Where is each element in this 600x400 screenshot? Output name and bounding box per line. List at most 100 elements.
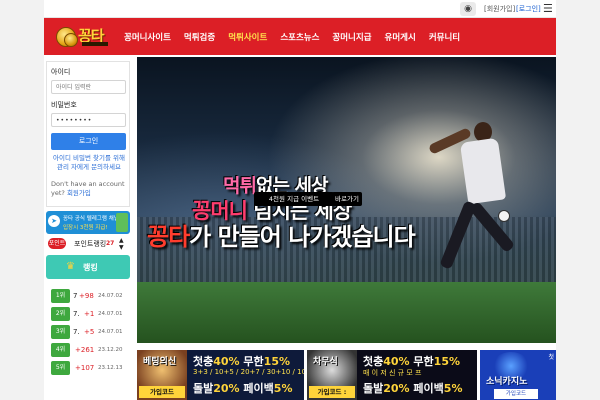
bell-icon[interactable]: ◉ bbox=[460, 2, 476, 16]
rank-points: +107 bbox=[75, 364, 95, 372]
nav-item-humor[interactable]: 유머게시 bbox=[385, 31, 416, 43]
ad-signup-code: 가입코드 bbox=[494, 389, 538, 399]
ad-signup-code: 가입코드 : 2288 bbox=[309, 386, 355, 398]
ranking-row[interactable]: 4위 +261 23.12.20 bbox=[51, 343, 131, 357]
ad-text: 20% bbox=[383, 382, 410, 395]
nav-item-sports-news[interactable]: 스포츠뉴스 bbox=[280, 31, 319, 43]
player-leg bbox=[468, 200, 516, 254]
password-input[interactable]: •••••••• bbox=[51, 113, 126, 127]
logo-underline bbox=[82, 42, 108, 46]
rank-points: +5 bbox=[84, 328, 95, 336]
ad-text: 돌발 bbox=[193, 382, 214, 395]
ranking-row[interactable]: 1위 7 +98 24.07.02 bbox=[51, 289, 131, 303]
soccer-player-image bbox=[427, 122, 532, 292]
ranking-row[interactable]: 2위 7. +1 24.07.01 bbox=[51, 307, 131, 321]
rank-date: 23.12.20 bbox=[98, 347, 123, 353]
ad-text: 돌발 bbox=[363, 382, 384, 395]
banner-tooltip-link[interactable]: 바로가기 bbox=[332, 192, 362, 206]
telegram-icon: ➤ bbox=[48, 215, 60, 227]
banner-headline-1-highlight: 먹튀 bbox=[223, 175, 257, 197]
id-input[interactable] bbox=[51, 80, 126, 94]
banner-headline-3: 꽁타가 만들어 나가겠습니다 bbox=[147, 217, 416, 252]
ad-text: 페이백 bbox=[409, 382, 444, 395]
ranking-row[interactable]: 3위 7. +5 24.07.01 bbox=[51, 325, 131, 339]
player-body bbox=[459, 137, 507, 205]
rank-points: +1 bbox=[84, 310, 95, 318]
ranking-header: ♛ 랭킹 bbox=[46, 255, 130, 279]
site-logo[interactable]: 꽁타 bbox=[56, 25, 112, 49]
nav-item-scam-sites[interactable]: 먹튀사이트 bbox=[228, 31, 267, 43]
ad-text: 무한 bbox=[239, 355, 264, 368]
ad-site-name: 소닉카지노 bbox=[486, 377, 528, 387]
rank-badge: 1위 bbox=[51, 289, 70, 303]
point-ranking-row[interactable]: 포인트 포인트랭킹 27 ▲ ▼ bbox=[46, 237, 130, 251]
signup-link[interactable]: [회원가입] bbox=[484, 4, 515, 14]
rank-badge: 5위 bbox=[51, 361, 70, 375]
trophy-icon: ♛ bbox=[66, 261, 75, 272]
ranking-title: 랭킹 bbox=[83, 263, 98, 272]
rank-points: +98 bbox=[79, 292, 94, 300]
ad-text: 무한 bbox=[409, 355, 434, 368]
login-button[interactable]: 로그인 bbox=[51, 133, 126, 150]
ad-subline: 매 이 저 신 규 모 프 bbox=[363, 369, 422, 377]
ad-headline: 첫충40% 무한15% bbox=[363, 353, 460, 369]
telegram-promo-banner[interactable]: ➤ 꽁타 공식 텔레그램 채널 입장시 3천원 지급! bbox=[46, 211, 130, 234]
ad-site-name: 베팅의신 bbox=[143, 357, 177, 367]
ad-headline: 첫충40% 무한15% bbox=[193, 353, 290, 369]
ad-tag: 첫 bbox=[548, 354, 554, 361]
point-badge: 포인트 bbox=[48, 238, 66, 249]
promo-line-1: 꽁타 공식 텔레그램 채널 bbox=[63, 216, 119, 222]
find-account-link[interactable]: 아이디 비밀번 찾기를 위해 관리 자에게 문의하세요 bbox=[51, 154, 127, 172]
ad-banner-chamusik[interactable]: 차무식 가입코드 : 2288 첫충40% 무한15% 매 이 저 신 규 모 … bbox=[307, 350, 477, 400]
hamburger-icon[interactable]: ☰ bbox=[543, 3, 553, 14]
ad-text: 첫충 bbox=[363, 355, 384, 368]
rank-points: +261 bbox=[75, 346, 95, 354]
ad-text: 페이백 bbox=[239, 382, 274, 395]
right-gutter bbox=[556, 0, 600, 400]
nav-item-kkongmoney-payout[interactable]: 꽁머니지급 bbox=[332, 31, 371, 43]
ad-text: 20% bbox=[213, 382, 240, 395]
password-label: 비밀번호 bbox=[51, 101, 77, 109]
nav-item-verification[interactable]: 먹튀검증 bbox=[184, 31, 215, 43]
rank-badge: 2위 bbox=[51, 307, 70, 321]
rank-date: 24.07.02 bbox=[98, 293, 123, 299]
banner-headline-3-text: 가 만들어 나가겠습니다 bbox=[189, 223, 416, 251]
ranking-row[interactable]: 5위 +107 23.12.13 bbox=[51, 361, 131, 375]
ad-headline-2: 돌발20% 페이백5% bbox=[193, 380, 292, 396]
nav-item-kkongmoney-sites[interactable]: 꽁머니사이트 bbox=[124, 31, 171, 43]
page: ◉ [회원가입] [로그인] ☰ 꽁타 꽁머니사이트 먹튀검증 먹튀사이트 스포… bbox=[0, 0, 600, 400]
ad-banner-bettingsin[interactable]: 베팅의신 가입코드 첫충40% 무한15% 3+3 / 10+5 / 20+7 … bbox=[137, 350, 304, 400]
ad-site-name: 차무식 bbox=[313, 357, 338, 367]
promo-line-2: 입장시 3천원 지급! bbox=[63, 225, 108, 231]
rank-name: 7 bbox=[73, 292, 78, 300]
ad-text: 5% bbox=[443, 382, 463, 395]
ad-subline: 3+3 / 10+5 / 20+7 / 30+10 / 100+30 bbox=[193, 368, 304, 376]
coin-icon bbox=[64, 33, 78, 47]
rank-date: 24.07.01 bbox=[98, 329, 123, 335]
left-gutter bbox=[0, 0, 44, 400]
register-link[interactable]: 회원가입 bbox=[67, 189, 91, 197]
hero-banner[interactable]: 먹튀없는 세상 꽁머니 넘치는 세상 꽁타가 만들어 나가겠습니다 4천원 지급… bbox=[137, 57, 556, 343]
promo-image bbox=[116, 213, 128, 232]
ad-signup-code: 가입코드 bbox=[139, 386, 185, 398]
top-bar: ◉ [회원가입] [로그인] ☰ bbox=[44, 0, 556, 18]
ad-text: 15% bbox=[263, 355, 291, 368]
nav-item-community[interactable]: 커뮤니티 bbox=[429, 31, 460, 43]
rank-date: 23.12.13 bbox=[98, 365, 123, 371]
rank-badge: 3위 bbox=[51, 325, 70, 339]
ad-banners: 베팅의신 가입코드 첫충40% 무한15% 3+3 / 10+5 / 20+7 … bbox=[137, 350, 556, 400]
id-label: 아이디 bbox=[51, 68, 71, 76]
banner-tooltip[interactable]: 4천원 지급 이벤트 bbox=[254, 192, 334, 206]
ad-text: 40% bbox=[213, 355, 240, 368]
soccer-ball-icon bbox=[498, 210, 510, 222]
login-link[interactable]: [로그인] bbox=[516, 4, 541, 14]
up-down-arrows-icon[interactable]: ▲ ▼ bbox=[119, 237, 124, 251]
ad-text: 15% bbox=[433, 355, 461, 368]
ad-headline-2: 돌발20% 페이백5% bbox=[363, 380, 462, 396]
point-count: 27 bbox=[106, 240, 115, 247]
ad-banner-sonic-casino[interactable]: 소닉카지노 가입코드 첫 bbox=[480, 350, 556, 400]
rank-date: 24.07.01 bbox=[98, 311, 123, 317]
sidebar: 아이디 비밀번호 •••••••• 로그인 아이디 비밀번 찾기를 위해 관리 … bbox=[46, 61, 130, 400]
main-nav: 꽁타 꽁머니사이트 먹튀검증 먹튀사이트 스포츠뉴스 꽁머니지급 유머게시 커뮤… bbox=[44, 18, 556, 55]
ad-text: 첫충 bbox=[193, 355, 214, 368]
